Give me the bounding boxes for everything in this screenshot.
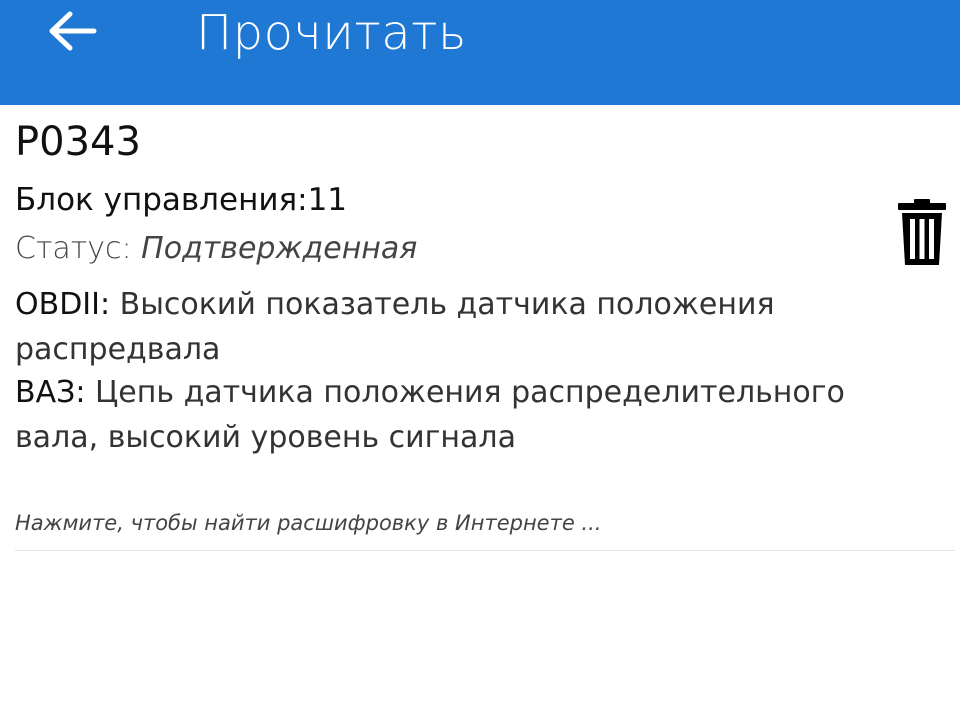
status-line: Статус: Подтвержденная <box>15 228 417 270</box>
dtc-list-item[interactable]: P0343 Блок управления:11 Статус: Подтвер… <box>0 105 960 553</box>
ecu-line: Блок управления:11 <box>15 179 347 221</box>
trash-icon <box>898 199 946 265</box>
obd-label: OBDII: <box>15 287 111 322</box>
ecu-label: Блок управления: <box>15 182 308 218</box>
app-bar: Прочитать <box>0 0 960 105</box>
back-button[interactable] <box>44 6 104 56</box>
obd-text: Высокий показатель датчика положения рас… <box>15 287 775 367</box>
obd-description: OBDII: Высокий показатель датчика положе… <box>15 282 875 372</box>
page-title: Прочитать <box>196 5 467 61</box>
status-label: Статус: <box>15 231 142 266</box>
ecu-value: 11 <box>307 182 348 218</box>
vaz-label: ВАЗ: <box>15 375 86 410</box>
dtc-code: P0343 <box>15 119 141 165</box>
vaz-description: ВАЗ: Цепь датчика положения распределите… <box>15 370 875 460</box>
vaz-text: Цепь датчика положения распределительног… <box>15 375 845 455</box>
list-divider <box>15 550 955 551</box>
arrow-left-icon <box>49 11 97 51</box>
delete-button[interactable] <box>896 199 948 267</box>
search-online-link[interactable]: Нажмите, чтобы найти расшифровку в Интер… <box>15 507 601 539</box>
status-value: Подтвержденная <box>141 231 418 266</box>
